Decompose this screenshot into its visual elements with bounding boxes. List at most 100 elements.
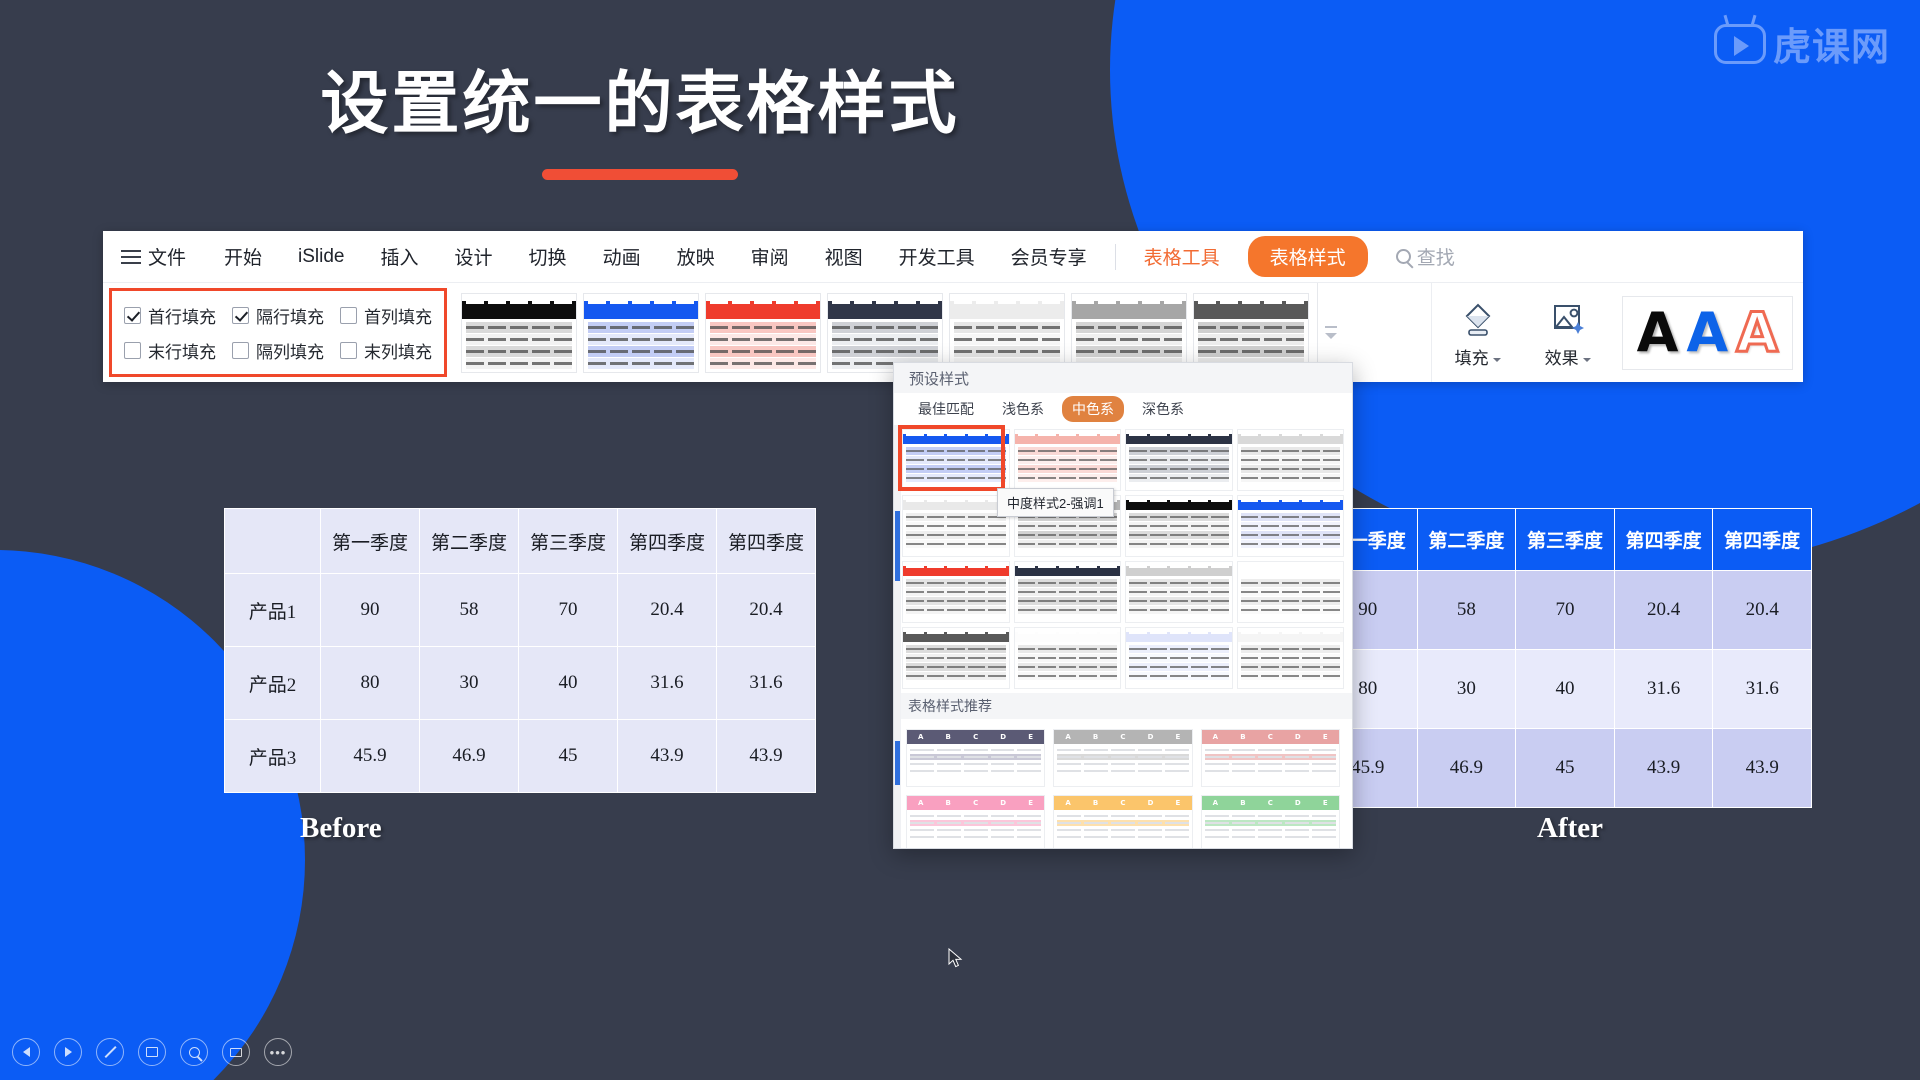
menu-item-2[interactable]: iSlide (280, 246, 362, 268)
search-entry[interactable]: 查找 (1378, 243, 1473, 270)
table-cell: 40 (518, 646, 618, 720)
checkbox-label: 末列填充 (364, 343, 432, 362)
gallery-style-card[interactable] (461, 292, 577, 373)
checkbox-empty-icon[interactable] (340, 342, 357, 359)
table-row: 产品345.946.94543.943.9 (224, 719, 816, 793)
gallery-style-card[interactable] (949, 292, 1065, 373)
preset-style-8[interactable] (902, 561, 1010, 623)
menu-item-1[interactable]: 开始 (206, 243, 280, 270)
table-cell: 80 (320, 646, 420, 720)
preset-style-11[interactable] (1236, 561, 1344, 623)
preset-style-6[interactable] (1125, 495, 1233, 557)
recommended-col-header: E (1322, 799, 1328, 807)
recommended-style-2[interactable]: A B C D E (1200, 729, 1340, 787)
preset-style-12[interactable] (902, 627, 1010, 689)
preset-style-2[interactable] (1125, 429, 1233, 491)
checkbox-empty-icon[interactable] (232, 342, 249, 359)
preset-style-13[interactable] (1013, 627, 1121, 689)
more-icon[interactable]: ••• (264, 1038, 292, 1066)
table-cell: 31.6 (1613, 649, 1714, 729)
recommended-col-header: D (1000, 733, 1007, 741)
next-slide-icon[interactable] (54, 1038, 82, 1066)
title-block: 设置统一的表格样式 (0, 48, 1280, 180)
table-cell: 31.6 (716, 646, 816, 720)
gallery-style-card[interactable] (1193, 292, 1309, 373)
table-header-cell: 第四季度 (617, 508, 717, 574)
recommended-col-header: A (1212, 799, 1219, 807)
menu-item-10[interactable]: 开发工具 (881, 243, 993, 270)
screen-icon[interactable] (222, 1038, 250, 1066)
tab-table-style[interactable]: 表格样式 (1247, 236, 1368, 277)
panel-scrollbar[interactable] (894, 425, 901, 848)
menu-item-8[interactable]: 审阅 (733, 243, 807, 270)
chevron-down-icon[interactable] (1582, 357, 1591, 362)
wordart-outline-red[interactable]: A (1735, 304, 1780, 361)
pen-icon[interactable] (96, 1038, 124, 1066)
recommended-style-5[interactable]: A B C D E (1200, 795, 1340, 848)
checkbox-checked-icon[interactable] (232, 307, 249, 324)
gallery-style-card[interactable] (1071, 292, 1187, 373)
panel-scroll-area[interactable]: 中度样式2-强调1 表格样式推荐 A B C D E A B C D E A B C D E A B C D E A B C… (894, 425, 1352, 848)
menu-item-3[interactable]: 插入 (363, 243, 437, 270)
checkbox-0[interactable]: 首行填充 (124, 303, 216, 328)
panel-tab-0[interactable]: 最佳匹配 (908, 396, 984, 422)
panel-tab-1[interactable]: 浅色系 (992, 396, 1054, 422)
recommended-style-1[interactable]: A B C D E (1053, 729, 1193, 787)
preset-style-1[interactable] (1013, 429, 1121, 491)
recommended-style-0[interactable]: A B C D E (906, 729, 1046, 787)
after-label: After (1537, 812, 1604, 844)
checkbox-1[interactable]: 隔行填充 (232, 303, 324, 328)
menu-item-11[interactable]: 会员专享 (993, 243, 1105, 270)
tab-table-tools[interactable]: 表格工具 (1126, 243, 1238, 270)
menu-item-7[interactable]: 放映 (659, 243, 733, 270)
preset-style-15[interactable] (1236, 627, 1344, 689)
gallery-style-card[interactable] (827, 292, 943, 373)
ribbon-menubar: 文件 开始 iSlide 插入 设计 切换 动画 放映 审阅 视图 开发工具 会员专享 表格工具 表格… (103, 231, 1803, 283)
gallery-style-card[interactable] (705, 292, 821, 373)
preset-style-4[interactable] (902, 495, 1010, 557)
recommended-style-grid: ABCDEABCDEABCDEABCDEABCDEABCDEABCDEABCDE… (894, 719, 1352, 848)
preset-style-9[interactable] (1013, 561, 1121, 623)
table-cell: 40 (1515, 649, 1615, 729)
previous-slide-icon[interactable] (12, 1038, 40, 1066)
panel-tab-2[interactable]: 中色系 (1062, 396, 1124, 422)
preset-style-3[interactable] (1236, 429, 1344, 491)
table-header-cell: 第四季度 (716, 508, 816, 574)
preset-style-0[interactable] (902, 429, 1010, 491)
checkbox-empty-icon[interactable] (340, 307, 357, 324)
recommended-style-4[interactable]: A B C D E (1053, 795, 1193, 848)
checkbox-4[interactable]: 隔列填充 (232, 338, 324, 363)
fill-bucket-icon (1442, 296, 1514, 342)
checkbox-5[interactable]: 末列填充 (340, 338, 432, 363)
menu-item-5[interactable]: 切换 (511, 243, 585, 270)
hamburger-icon[interactable] (121, 249, 141, 264)
zoom-icon[interactable] (180, 1038, 208, 1066)
effects-tool[interactable]: 效果 (1532, 296, 1604, 369)
chevron-down-icon[interactable] (1492, 357, 1501, 362)
menu-item-9[interactable]: 视图 (807, 243, 881, 270)
menu-item-4[interactable]: 设计 (437, 243, 511, 270)
checkbox-2[interactable]: 首列填充 (340, 303, 432, 328)
menu-item-6[interactable]: 动画 (585, 243, 659, 270)
checkbox-empty-icon[interactable] (124, 342, 141, 359)
wordart-black[interactable]: A (1637, 305, 1679, 360)
table-header-cell: 第一季度 (320, 508, 420, 574)
menu-item-0[interactable]: 文件 (148, 243, 206, 270)
table-cell: 46.9 (419, 719, 519, 793)
ribbon-window: 文件 开始 iSlide 插入 设计 切换 动画 放映 审阅 视图 开发工具 会员专享 表格工具 表格… (103, 231, 1803, 382)
recommended-style-3[interactable]: A B C D E (906, 795, 1046, 848)
checkbox-label: 隔行填充 (256, 308, 324, 327)
wordart-blue[interactable]: A (1686, 305, 1728, 360)
layout-icon[interactable] (138, 1038, 166, 1066)
preset-style-10[interactable] (1125, 561, 1233, 623)
panel-tab-3[interactable]: 深色系 (1132, 396, 1194, 422)
gallery-style-card[interactable] (583, 292, 699, 373)
checkbox-3[interactable]: 末行填充 (124, 338, 216, 363)
fill-tool[interactable]: 填充 (1442, 296, 1514, 369)
recommended-col-header: A (918, 799, 924, 807)
table-header-cell (224, 508, 321, 574)
preset-style-7[interactable] (1236, 495, 1344, 557)
preset-style-14[interactable] (1125, 627, 1233, 689)
checkbox-checked-icon[interactable] (124, 307, 141, 324)
wordart-gallery[interactable]: A A A (1621, 295, 1793, 370)
